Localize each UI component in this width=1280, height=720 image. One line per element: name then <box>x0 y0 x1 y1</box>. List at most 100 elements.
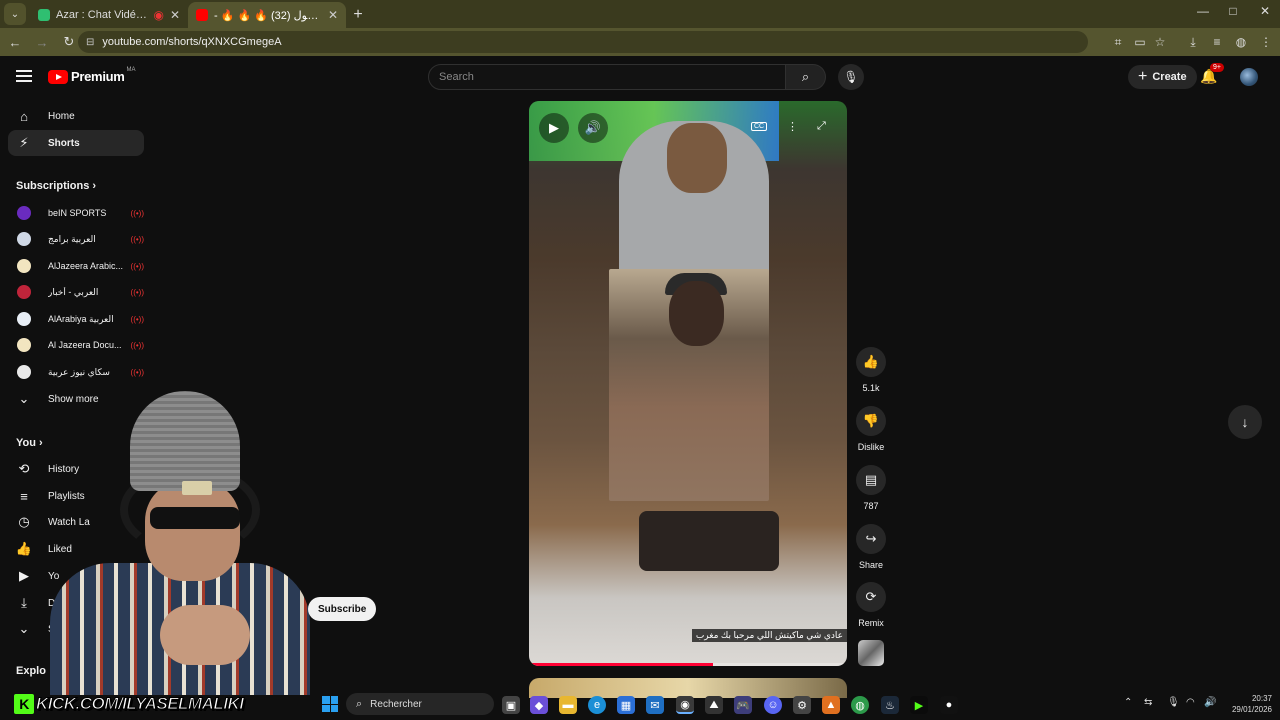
tab-title: - 🔥 🔥 🔥 كلام ديال المعقول (32) <box>214 9 322 22</box>
back-button[interactable]: ← <box>3 30 27 54</box>
sidebar-item-home[interactable]: ⌂ Home <box>8 103 144 129</box>
fullscreen-icon[interactable]: ⤢ <box>817 120 826 133</box>
channel-name: العربية برامج <box>48 233 96 244</box>
game-icon[interactable]: 🎮 <box>734 696 752 714</box>
subscribe-button[interactable]: Subscribe <box>308 597 377 621</box>
site-info-icon[interactable]: ⊟ <box>86 37 94 48</box>
taskbar-search-label: Rechercher <box>370 698 422 710</box>
comments-button[interactable]: ▤ 787 <box>856 465 886 511</box>
streamer-hands <box>160 605 250 665</box>
taskbar-search[interactable]: ⌕ Rechercher <box>346 693 494 715</box>
progress-fill <box>529 663 714 666</box>
channel-name: العربي - أخبار <box>48 286 99 297</box>
comment-icon: ▤ <box>856 465 886 495</box>
outlook-icon[interactable]: ✉ <box>646 696 664 714</box>
speaker-icon[interactable]: 🔊 <box>1204 697 1216 708</box>
channel-name: سكاي نيوز عربية <box>48 366 110 377</box>
wifi-icon[interactable]: ◠ <box>1186 697 1195 708</box>
subscriptions-header[interactable]: Subscriptions › <box>16 180 96 192</box>
shorts-video-player[interactable]: ▶ 🔊 CC ⋮ ⤢ عادي شي ماكيتش اللي مرحبا بك … <box>529 101 847 666</box>
tab-close-icon[interactable]: ✕ <box>170 8 180 22</box>
bookmark-star-icon[interactable]: ☆ <box>1150 32 1170 52</box>
maximize-button[interactable]: □ <box>1218 4 1248 18</box>
channel-avatar <box>17 312 31 326</box>
address-bar[interactable]: ⊟ youtube.com/shorts/qXNXCGmegeA <box>78 31 1088 53</box>
new-tab-button[interactable]: + <box>346 3 370 27</box>
youtube-logo-icon <box>48 69 68 84</box>
minimize-button[interactable]: — <box>1188 4 1218 18</box>
play-button[interactable]: ▶ <box>539 113 569 143</box>
sidebar-item-shorts[interactable]: ⚡ Shorts <box>8 130 144 156</box>
more-options-icon[interactable]: ⋮ <box>787 120 798 133</box>
subscription-item[interactable]: Al Jazeera Docu... ((•)) <box>8 333 144 357</box>
kick-streamer-icon[interactable]: ▶ <box>910 696 928 714</box>
more-menu-icon[interactable]: ⋮ <box>1256 32 1276 52</box>
subscription-item[interactable]: العربي - أخبار ((•)) <box>8 280 144 304</box>
share-button[interactable]: ↪ Share <box>856 524 886 570</box>
create-button[interactable]: + Create <box>1128 65 1197 89</box>
next-short-button[interactable]: ↓ <box>1228 405 1262 439</box>
vlc-icon[interactable]: ▲ <box>822 696 840 714</box>
recording-icon: ◉ <box>153 8 164 22</box>
channel-avatar <box>17 365 31 379</box>
channel-avatar <box>17 232 31 246</box>
edge-icon[interactable]: e <box>588 696 606 714</box>
forward-button[interactable]: → <box>30 30 54 54</box>
tab-close-icon[interactable]: ✕ <box>328 8 338 22</box>
search-button[interactable]: ⌕ <box>786 64 826 90</box>
browser-toolbar: ← → ↻ ⊟ youtube.com/shorts/qXNXCGmegeA ⌗… <box>0 28 1280 56</box>
captions-icon[interactable]: CC <box>751 122 768 131</box>
store-icon[interactable]: ▦ <box>617 696 635 714</box>
discord-icon[interactable]: ☺ <box>764 696 782 714</box>
tab-search-menu-button[interactable]: ⌄ <box>4 3 26 25</box>
streamer-sunglasses <box>150 507 240 529</box>
task-view-icon[interactable]: ▣ <box>502 696 520 714</box>
dislike-button[interactable]: 👎 Dislike <box>856 406 886 452</box>
video-inset-clip <box>609 269 769 501</box>
download-icon[interactable]: ⤓ <box>1183 32 1203 52</box>
browser-tab-youtube[interactable]: - 🔥 🔥 🔥 كلام ديال المعقول (32) ✕ <box>188 2 346 28</box>
copilot-icon[interactable]: ◆ <box>530 696 548 714</box>
share-icon: ↪ <box>856 524 886 554</box>
beanie-tag <box>182 481 212 495</box>
system-clock[interactable]: 20:37 29/01/2026 <box>1222 693 1272 715</box>
subscription-item[interactable]: AlArabiya العربية ((•)) <box>8 307 144 331</box>
tray-chevron-icon[interactable]: ⌃ <box>1124 697 1132 708</box>
subscription-item[interactable]: سكاي نيوز عربية ((•)) <box>8 360 144 384</box>
chrome-icon[interactable]: ◉ <box>676 696 694 714</box>
plus-icon: + <box>1138 68 1148 85</box>
like-button[interactable]: 👍 5.1k <box>856 347 886 393</box>
streamer-beanie <box>130 391 240 491</box>
windows-start-icon[interactable] <box>322 696 338 712</box>
file-explorer-icon[interactable]: ▬ <box>559 696 577 714</box>
settings-gear-icon[interactable]: ⚙ <box>793 696 811 714</box>
obs-icon[interactable]: ● <box>940 696 958 714</box>
video-progress-bar[interactable] <box>529 663 847 666</box>
channel-name: beIN SPORTS <box>48 208 107 218</box>
notifications-button[interactable]: 🔔 9+ <box>1200 63 1224 85</box>
subscription-item[interactable]: beIN SPORTS ((•)) <box>8 201 144 225</box>
network-icon[interactable]: ⇆ <box>1144 697 1152 708</box>
photos-icon[interactable]: ⛰ <box>705 696 723 714</box>
account-avatar[interactable] <box>1240 68 1258 86</box>
playlist-icon[interactable]: ≡ <box>1207 32 1227 52</box>
steam-icon[interactable]: ♨ <box>881 696 899 714</box>
audio-track-thumbnail[interactable] <box>858 640 884 666</box>
youtube-premium-logo[interactable]: Premium MA <box>48 67 136 84</box>
remix-button[interactable]: ⟳ Remix <box>856 582 886 628</box>
channel-name: AlArabiya العربية <box>48 313 114 324</box>
close-window-button[interactable]: ✕ <box>1250 4 1280 18</box>
profile-icon[interactable]: ◍ <box>1231 32 1251 52</box>
browser-tab-azar[interactable]: Azar : Chat Vidéo avec de n ◉ ✕ <box>30 2 188 28</box>
subscription-item[interactable]: AlJazeera Arabic... ((•)) <box>8 254 144 278</box>
translate-icon[interactable]: ⌗ <box>1108 32 1128 52</box>
microphone-tray-icon[interactable]: 🎙 <box>1167 697 1180 708</box>
menu-icon[interactable] <box>16 70 32 82</box>
subscription-item[interactable]: العربية برامج ((•)) <box>8 227 144 251</box>
channel-name: AlJazeera Arabic... <box>48 261 124 271</box>
chrome-profile-icon[interactable]: ◍ <box>851 696 869 714</box>
volume-button[interactable]: 🔊 <box>578 113 608 143</box>
search-input[interactable]: Search <box>428 64 786 90</box>
cast-icon[interactable]: ▭ <box>1130 32 1150 52</box>
voice-search-button[interactable]: 🎙 <box>838 64 864 90</box>
